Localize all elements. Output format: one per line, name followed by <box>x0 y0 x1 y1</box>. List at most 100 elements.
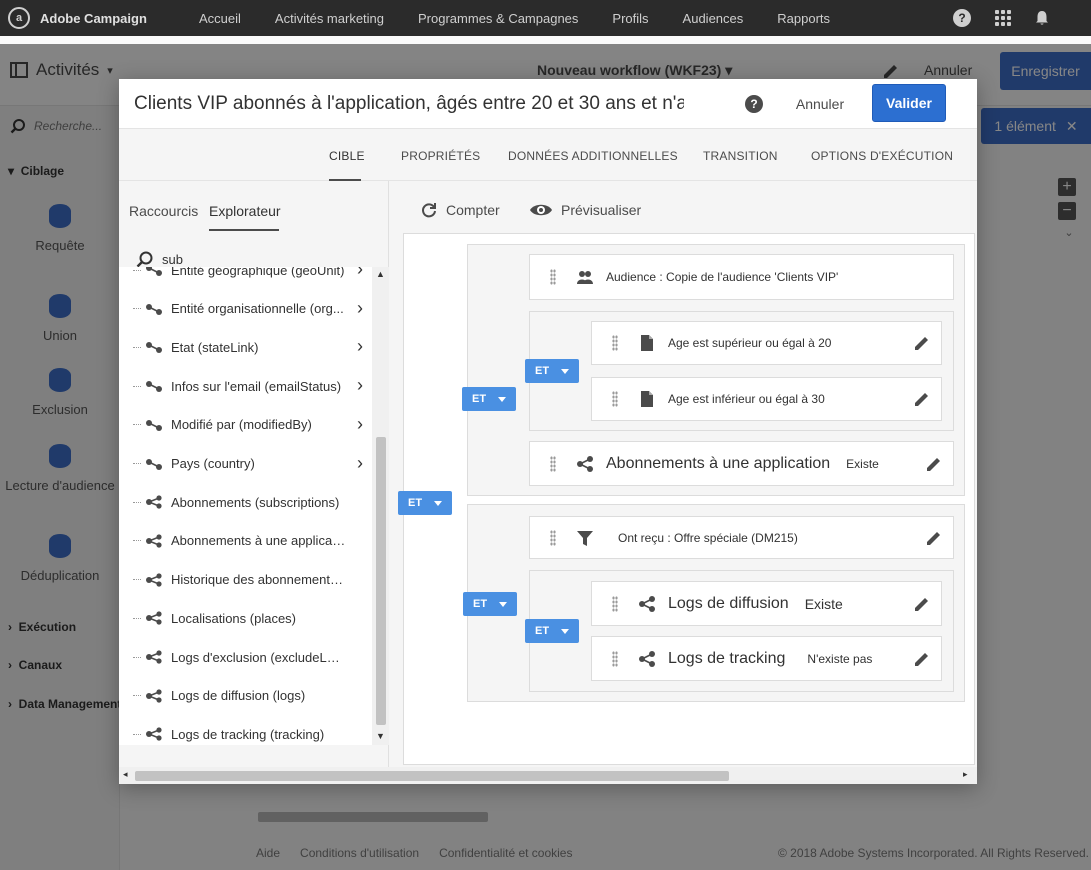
tab-donnees-additionnelles[interactable]: DONNÉES ADDITIONNELLES <box>508 149 678 163</box>
filter-icon <box>577 530 593 546</box>
tree-item[interactable]: Logs de tracking (tracking) <box>133 722 363 745</box>
tree-item[interactable]: Entité organisationnelle (org... › <box>133 297 363 321</box>
rule-delivery-logs[interactable]: Logs de diffusion Existe <box>591 581 942 626</box>
chevron-right-icon[interactable]: › <box>357 415 363 433</box>
active-tab-indicator <box>209 229 279 231</box>
group2-operator-dropdown[interactable]: ET <box>463 592 517 616</box>
tree-connector <box>133 269 141 271</box>
edit-icon[interactable] <box>913 595 931 613</box>
group1-operator-dropdown[interactable]: ET <box>462 387 516 411</box>
rule-received[interactable]: Ont reçu : Offre spéciale (DM215) <box>529 516 954 559</box>
rule-tracking-logs[interactable]: Logs de tracking N'existe pas <box>591 636 942 681</box>
help-icon[interactable]: ? <box>745 95 763 113</box>
tree-item-label: Abonnements (subscriptions) <box>171 494 340 510</box>
drag-handle-icon[interactable] <box>612 391 618 407</box>
tab-options-execution[interactable]: OPTIONS D'EXÉCUTION <box>811 149 953 163</box>
tree-item[interactable]: Etat (stateLink) › <box>133 335 363 359</box>
drag-handle-icon[interactable] <box>550 269 556 285</box>
rule-age-max[interactable]: Age est inférieur ou égal à 30 <box>591 377 942 421</box>
validate-button[interactable]: Valider <box>872 84 946 122</box>
bell-icon[interactable] <box>1035 10 1049 26</box>
tree-item[interactable]: Infos sur l'email (emailStatus) › <box>133 374 363 398</box>
caret-down-icon <box>499 601 507 607</box>
modal-title[interactable]: Clients VIP abonnés à l'application, âgé… <box>134 93 684 115</box>
tree-item[interactable]: Logs d'exclusion (excludeLogs) <box>133 645 363 669</box>
document-icon <box>641 391 653 407</box>
scroll-down-icon[interactable]: ▼ <box>376 731 385 741</box>
rule-label: Age est supérieur ou égal à 20 <box>668 336 832 350</box>
modal-horizontal-scrollbar[interactable]: ◂ ▸ <box>119 767 977 784</box>
eye-icon <box>530 204 552 216</box>
search-value: sub <box>162 251 183 267</box>
edit-icon[interactable] <box>913 390 931 408</box>
nav-profils[interactable]: Profils <box>612 11 648 26</box>
logs-operator-dropdown[interactable]: ET <box>525 619 579 643</box>
tree-vertical-scrollbar[interactable]: ▲ ▼ <box>372 267 389 745</box>
tab-cible[interactable]: CIBLE <box>329 149 365 163</box>
rule-app-subscriptions[interactable]: Abonnements à une application Existe <box>529 441 954 486</box>
edit-icon[interactable] <box>913 334 931 352</box>
count-button[interactable]: Compter <box>420 201 500 219</box>
top-icons: ? <box>953 0 1049 36</box>
nav-audiences[interactable]: Audiences <box>683 11 744 26</box>
scroll-up-icon[interactable]: ▲ <box>376 269 385 279</box>
link-icon <box>146 381 162 393</box>
tree-item[interactable]: Modifié par (modifiedBy) › <box>133 413 363 437</box>
preview-button[interactable]: Prévisualiser <box>529 201 641 219</box>
scrollbar-thumb[interactable] <box>376 437 386 725</box>
scroll-left-icon[interactable]: ◂ <box>123 769 128 780</box>
age-operator-dropdown[interactable]: ET <box>525 359 579 383</box>
tree-item[interactable]: Historique des abonnements ... <box>133 568 363 592</box>
chevron-right-icon[interactable]: › <box>357 337 363 355</box>
nav-activites-marketing[interactable]: Activités marketing <box>275 11 384 26</box>
nav-accueil[interactable]: Accueil <box>199 11 241 26</box>
collection-link-icon <box>146 689 162 703</box>
drag-handle-icon[interactable] <box>612 335 618 351</box>
collection-link-icon <box>146 495 162 509</box>
collection-link-icon <box>146 572 162 587</box>
tree-item[interactable]: Abonnements (subscriptions) <box>133 490 363 514</box>
tree-item-label: Etat (stateLink) <box>171 339 259 355</box>
rule-audience[interactable]: Audience : Copie de l'audience 'Clients … <box>529 254 954 300</box>
rule-age-min[interactable]: Age est supérieur ou égal à 20 <box>591 321 942 365</box>
edit-icon[interactable] <box>913 650 931 668</box>
explorer-search-input[interactable]: sub <box>136 250 183 268</box>
tree-item[interactable]: Pays (country) › <box>133 452 363 476</box>
cancel-button[interactable]: Annuler <box>785 91 855 117</box>
tree-item[interactable]: Logs de diffusion (logs) <box>133 684 363 708</box>
drag-handle-icon[interactable] <box>612 650 618 667</box>
tab-transition[interactable]: TRANSITION <box>703 149 778 163</box>
rule-condition: Existe <box>804 595 843 612</box>
brand[interactable]: a Adobe Campaign <box>0 7 175 29</box>
chevron-right-icon[interactable]: › <box>357 267 363 278</box>
rule-label: Abonnements à une application <box>606 454 831 472</box>
link-icon <box>639 595 655 612</box>
rule-label: Age est inférieur ou égal à 30 <box>668 392 825 406</box>
tree-item[interactable]: Abonnements à une applicati... <box>133 529 363 553</box>
chevron-right-icon[interactable]: › <box>357 299 363 317</box>
tab-raccourcis[interactable]: Raccourcis <box>129 203 198 219</box>
apps-grid-icon[interactable] <box>995 10 1011 26</box>
chevron-right-icon[interactable]: › <box>357 454 363 472</box>
scroll-right-icon[interactable]: ▸ <box>963 769 968 780</box>
drag-handle-icon[interactable] <box>612 595 618 612</box>
edit-icon[interactable] <box>925 455 943 473</box>
nav-programmes-campagnes[interactable]: Programmes & Campagnes <box>418 11 578 26</box>
tree-item[interactable]: Entité géographique (geoUnit) › <box>133 267 363 282</box>
tab-explorateur[interactable]: Explorateur <box>209 203 281 219</box>
edit-icon[interactable] <box>925 529 943 547</box>
tab-proprietes[interactable]: PROPRIÉTÉS <box>401 149 480 163</box>
nav-rapports[interactable]: Rapports <box>777 11 830 26</box>
scrollbar-thumb[interactable] <box>135 771 729 781</box>
drag-handle-icon[interactable] <box>550 455 556 472</box>
tree-connector <box>133 463 141 464</box>
link-icon <box>146 458 162 470</box>
tree-connector <box>133 695 141 697</box>
root-operator-dropdown[interactable]: ET <box>398 491 452 515</box>
link-icon <box>146 267 162 276</box>
tree-connector <box>133 501 141 503</box>
drag-handle-icon[interactable] <box>550 529 556 546</box>
help-icon[interactable]: ? <box>953 9 971 27</box>
tree-item[interactable]: Localisations (places) <box>133 606 363 630</box>
chevron-right-icon[interactable]: › <box>357 376 363 394</box>
